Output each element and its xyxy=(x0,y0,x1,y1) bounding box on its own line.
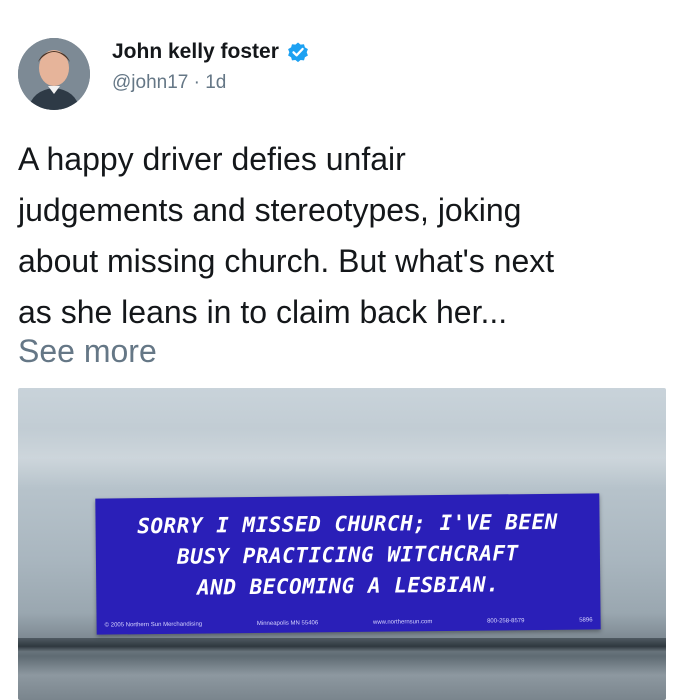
timestamp[interactable]: 1d xyxy=(205,72,226,93)
bumper-sticker: SORRY I MISSED CHURCH; I'VE BEEN BUSY PR… xyxy=(95,493,601,635)
fine-print-item: © 2005 Northern Sun Merchandising xyxy=(104,621,203,629)
car-reflection xyxy=(18,428,666,488)
tweet-header: John kelly foster @john17 · 1d xyxy=(15,38,685,110)
handle[interactable]: @john17 xyxy=(112,72,188,93)
sticker-fine-print: © 2005 Northern Sun Merchandising Minnea… xyxy=(105,617,593,628)
tweet-line: judgements and stereotypes, joking xyxy=(18,192,522,228)
handle-row: @john17 · 1d xyxy=(112,72,226,94)
see-more-link[interactable]: See more xyxy=(18,326,157,377)
tweet-text: A happy driver defies unfair judgements … xyxy=(18,134,688,338)
car-panel-groove xyxy=(18,638,666,652)
avatar-image xyxy=(18,38,90,110)
sticker-line: AND BECOMING A LESBIAN. xyxy=(196,572,500,600)
fine-print-item: 5896 xyxy=(579,617,593,624)
tweet-line: A happy driver defies unfair xyxy=(18,141,406,177)
name-row: John kelly foster xyxy=(112,40,310,64)
verified-badge-icon xyxy=(286,40,310,64)
fine-print-item: 800-258-8579 xyxy=(487,618,525,625)
sticker-line: SORRY I MISSED CHURCH; I'VE BEEN xyxy=(137,509,558,539)
fine-print-item: www.northernsun.com xyxy=(372,619,433,626)
fine-print-item: Minneapolis MN 55406 xyxy=(256,620,319,627)
avatar[interactable] xyxy=(18,38,90,110)
separator: · xyxy=(193,72,200,93)
tweet-line: about missing church. But what's next xyxy=(18,243,555,279)
display-name[interactable]: John kelly foster xyxy=(112,40,279,64)
tweet-media-image[interactable]: SORRY I MISSED CHURCH; I'VE BEEN BUSY PR… xyxy=(18,388,666,700)
